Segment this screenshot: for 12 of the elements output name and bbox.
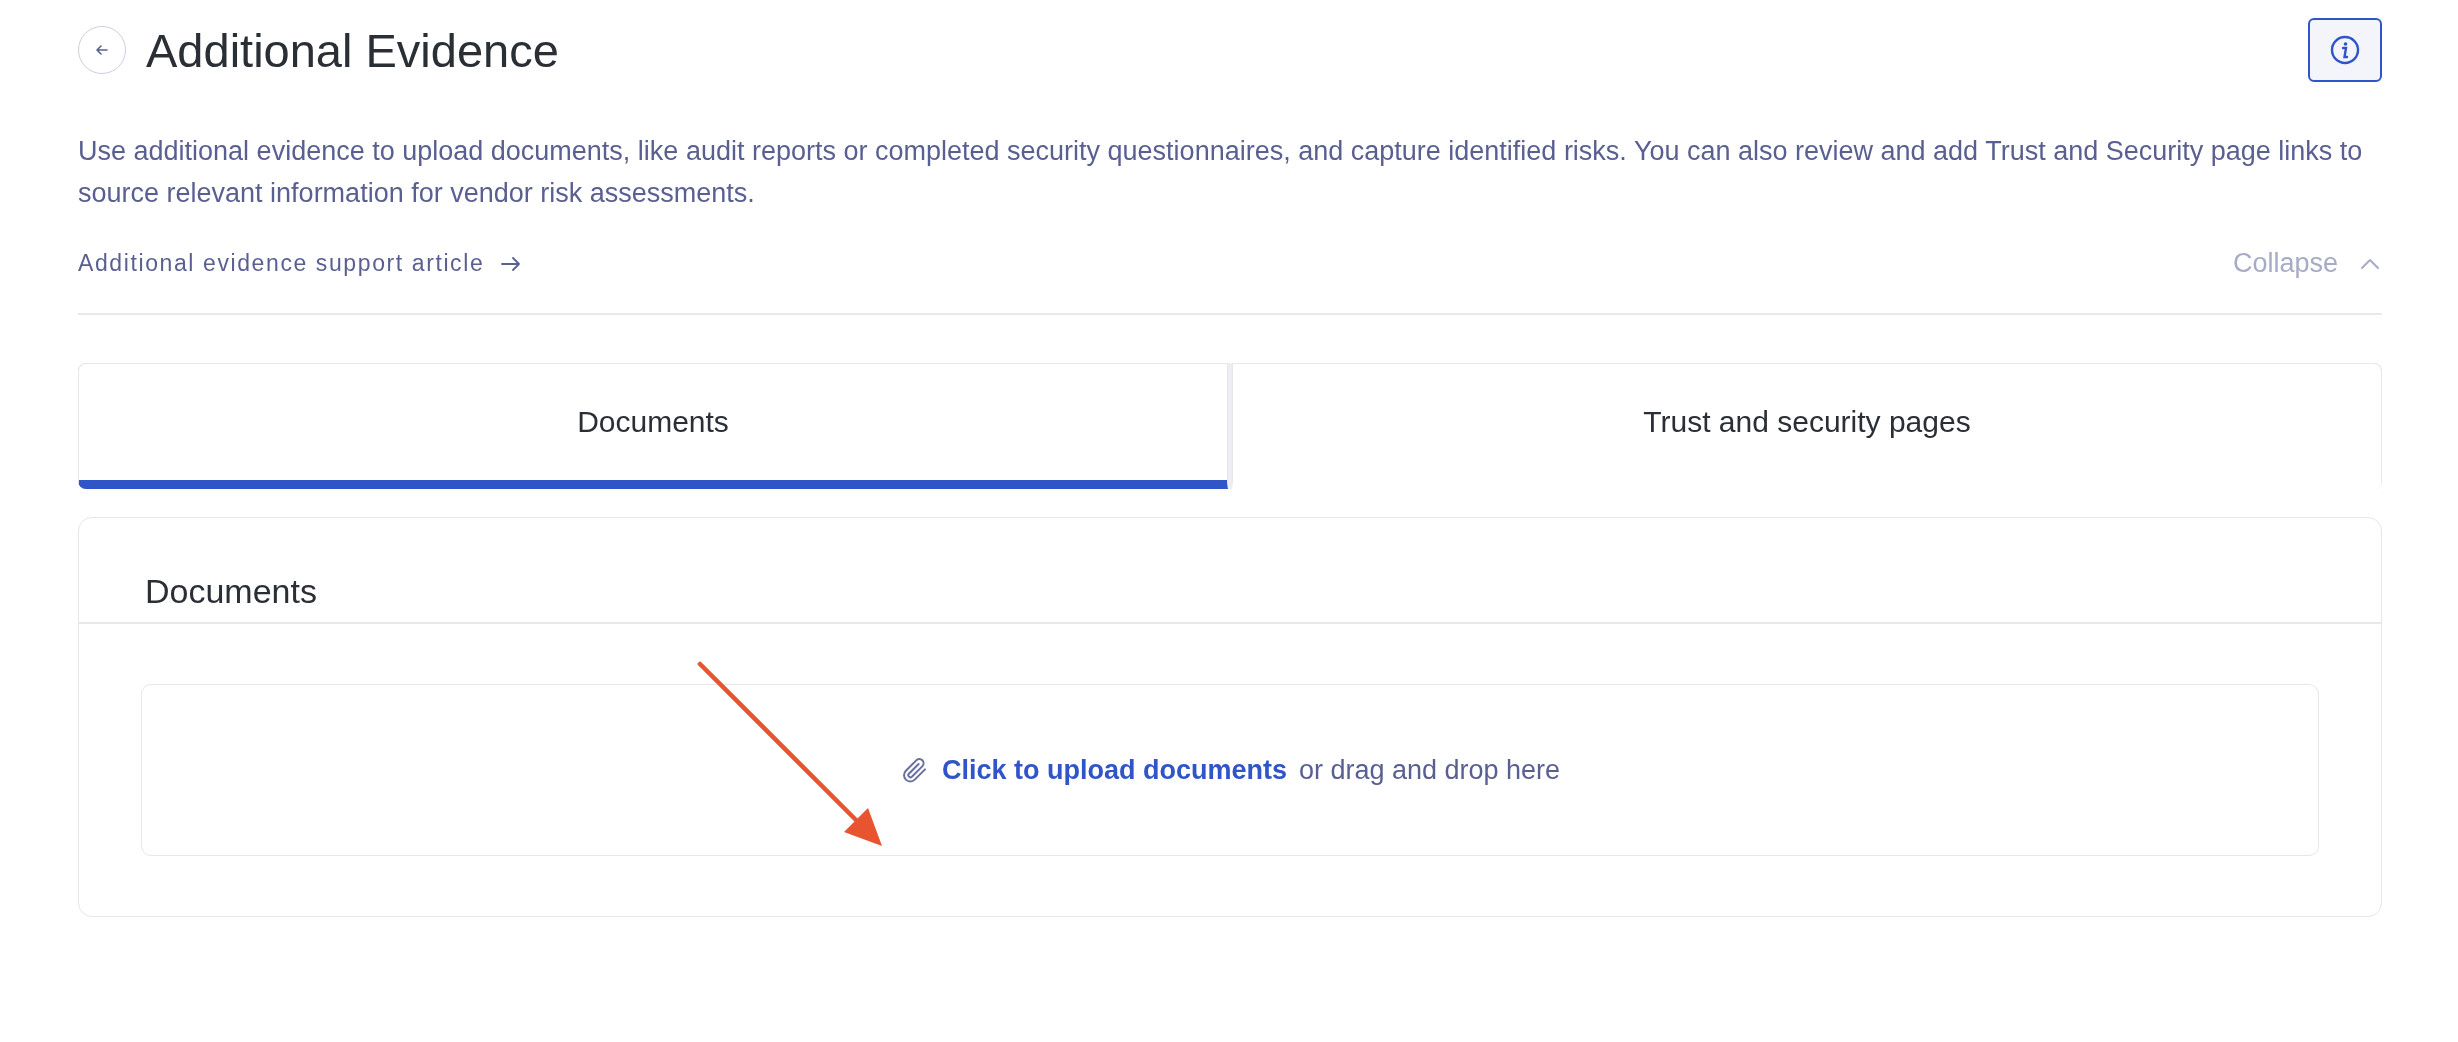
tab[interactable]: Trust and security pages — [1232, 363, 2382, 489]
info-button[interactable] — [2308, 18, 2382, 82]
card-title: Documents — [145, 572, 318, 611]
upload-dropzone[interactable]: Click to upload documents or drag and drop here — [141, 684, 2319, 856]
description-text: Use additional evidence to upload documents, like audit reports or completed security questionnaires, and capture identified risks. You can also review and add Trust and Security page links to source relevant information for vendor risk assessments. — [78, 135, 2364, 210]
upload-link[interactable]: Click to upload documents — [941, 754, 1287, 786]
tab[interactable]: Documents — [78, 363, 1228, 489]
support-article-link[interactable]: Additional evidence support article — [78, 250, 523, 277]
info-icon — [2329, 34, 2361, 66]
upload-hint: or drag and drop here — [1298, 754, 1561, 786]
page-title: Additional Evidence — [146, 22, 559, 78]
right-arrow-icon — [500, 254, 523, 273]
